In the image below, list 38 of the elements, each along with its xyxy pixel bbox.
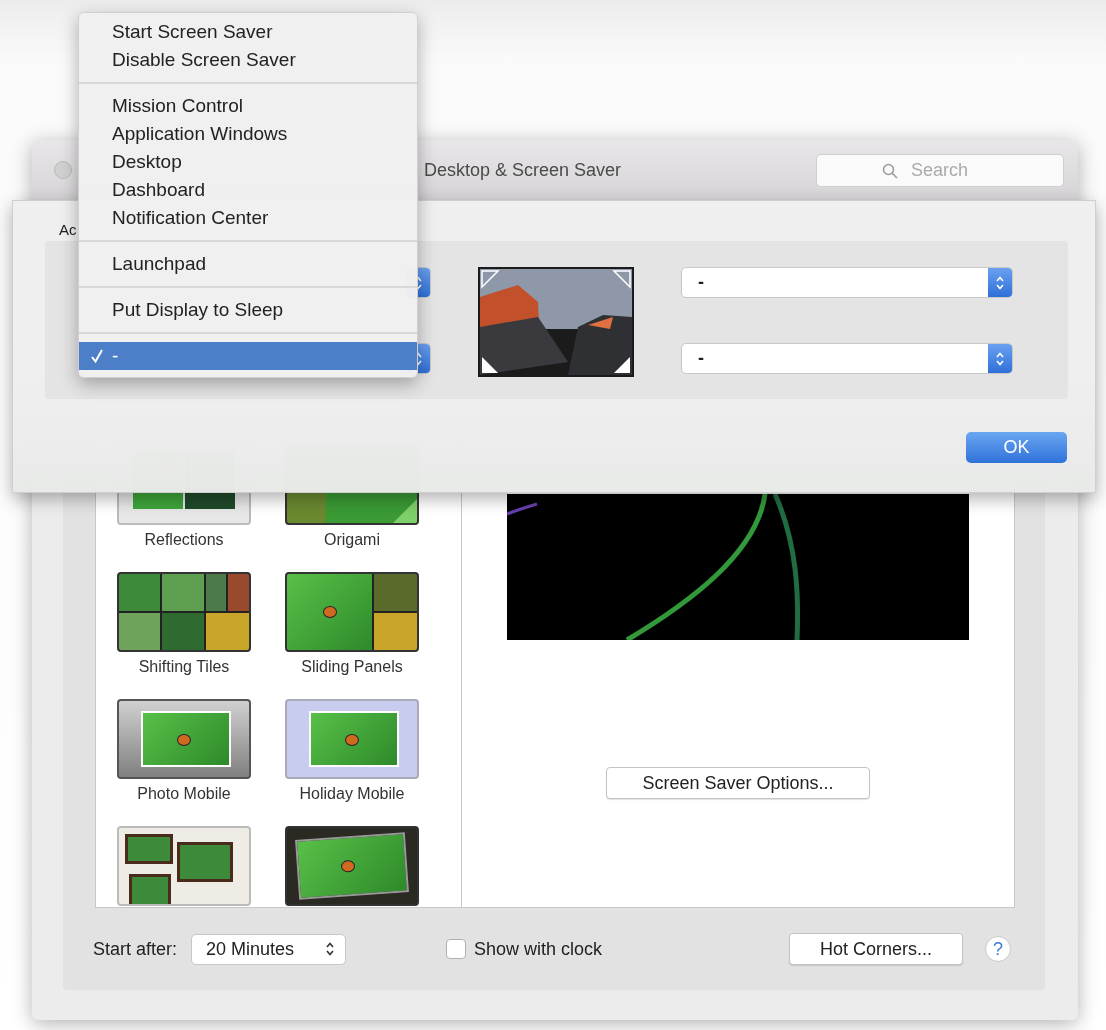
screen-saver-name: Reflections <box>144 531 224 549</box>
screen-saver-thumbnail[interactable] <box>117 572 251 652</box>
menu-item[interactable]: Mission Control <box>79 92 417 120</box>
menu-item[interactable]: Application Windows <box>79 120 417 148</box>
chevron-updown-icon <box>995 274 1005 291</box>
chevron-updown-icon <box>325 941 336 957</box>
menu-item[interactable]: Dashboard <box>79 176 417 204</box>
corner-action-dropdown[interactable]: - <box>681 343 1013 374</box>
screen-saver-name: Photo Mobile <box>137 785 231 803</box>
screen-saver-name: Holiday Mobile <box>299 785 405 803</box>
menu-item[interactable]: Desktop <box>79 148 417 176</box>
chevron-updown-icon <box>995 350 1005 367</box>
checkbox[interactable] <box>446 939 467 959</box>
menu-item[interactable]: - <box>79 342 417 370</box>
search-field[interactable]: Search <box>816 153 1064 187</box>
screen-saver-name: Origami <box>324 531 380 549</box>
menu-item[interactable]: Put Display to Sleep <box>79 296 417 324</box>
screen-saver-thumbnail[interactable] <box>117 699 251 779</box>
sheet-label: Ac <box>59 221 77 238</box>
corner-action-dropdown[interactable]: - <box>681 267 1013 298</box>
screen-saver-name: Sliding Panels <box>301 658 403 676</box>
hot-corners-button[interactable]: Hot Corners... <box>789 933 963 965</box>
menu-item[interactable]: Launchpad <box>79 250 417 278</box>
start-after-label: Start after: <box>93 938 178 960</box>
menu-item[interactable]: Disable Screen Saver <box>79 46 417 74</box>
screen-saver-name: Shifting Tiles <box>138 658 230 676</box>
menu-item[interactable]: Notification Center <box>79 204 417 232</box>
screen-saver-thumbnail[interactable] <box>285 572 419 652</box>
screen-saver-options-button[interactable]: Screen Saver Options... <box>606 767 870 799</box>
help-button[interactable]: ? <box>985 936 1011 962</box>
screen-saver-thumbnail[interactable] <box>285 699 419 779</box>
screen-saver-thumbnail[interactable] <box>285 826 419 906</box>
screen-saver-thumbnail[interactable] <box>117 826 251 906</box>
show-with-clock-label: Show with clock <box>474 938 603 960</box>
window-title: Desktop & Screen Saver <box>424 159 623 181</box>
search-icon <box>882 162 898 179</box>
menu-item[interactable]: Start Screen Saver <box>79 18 417 46</box>
start-after-dropdown[interactable]: 20 Minutes <box>191 933 347 965</box>
